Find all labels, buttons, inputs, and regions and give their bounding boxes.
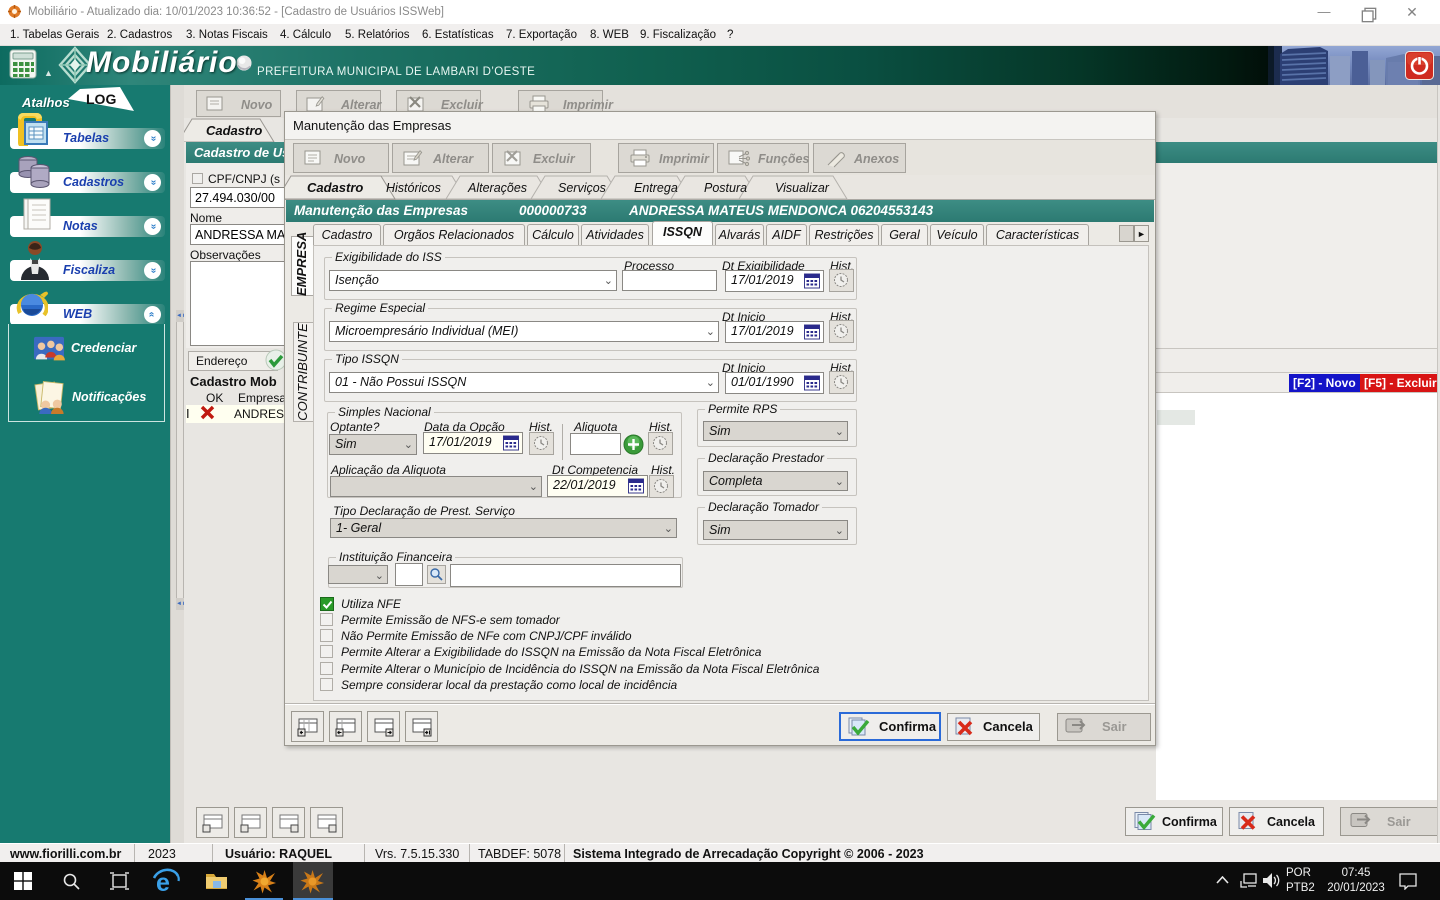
svg-text:Cadastro: Cadastro [206, 123, 262, 138]
svg-text:Alterações: Alterações [467, 181, 527, 195]
svg-text:Históricos: Históricos [386, 181, 441, 195]
svg-text:Postura: Postura [704, 181, 747, 195]
svg-text:Cadastro: Cadastro [307, 180, 363, 195]
svg-text:Serviços: Serviços [558, 181, 606, 195]
svg-text:Visualizar: Visualizar [775, 181, 830, 195]
svg-text:Entrega: Entrega [634, 181, 678, 195]
